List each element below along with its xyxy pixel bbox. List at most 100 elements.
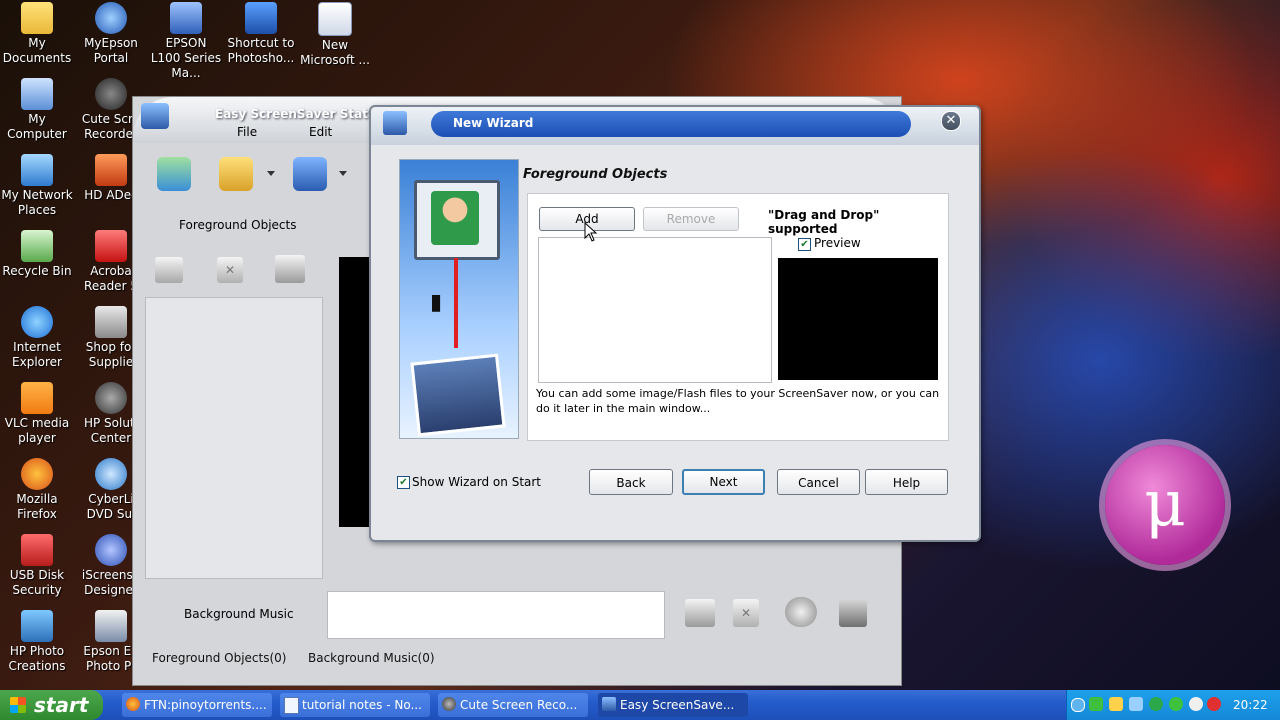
taskbar-item-easy-screensaver[interactable]: Easy ScreenSave... [598, 693, 748, 717]
add-object-icon[interactable] [155, 257, 183, 283]
foreground-objects-label: Foreground Objects [179, 218, 297, 232]
internet-explorer-icon [21, 306, 53, 338]
tray-update-icon[interactable] [1207, 697, 1221, 711]
tray-antivirus-icon[interactable] [1189, 697, 1203, 711]
desktop-icon-hp-photo[interactable]: HP Photo Creations [0, 610, 74, 674]
desktop-icon-label: My Computer [7, 112, 67, 141]
menu-file[interactable]: File [237, 125, 257, 139]
wizard-icon[interactable] [157, 157, 191, 191]
taskbar-item-notepad[interactable]: tutorial notes - No... [280, 693, 430, 717]
close-icon[interactable]: ✕ [941, 111, 961, 131]
music-disk-icon[interactable] [839, 599, 867, 627]
start-button[interactable]: start [0, 690, 103, 720]
desktop-icon-label: My Documents [2, 36, 72, 65]
desktop-icon-usb-disk-security[interactable]: USB Disk Security [0, 534, 74, 598]
desktop-icon-my-network[interactable]: My Network Places [0, 154, 74, 218]
desktop-icon-my-computer[interactable]: My Computer [0, 78, 74, 142]
iscreensaver-icon [95, 534, 127, 566]
notepad-icon [284, 697, 299, 714]
mouse-cursor-icon [584, 222, 598, 242]
tray-network-icon[interactable] [1089, 697, 1103, 711]
menu-edit[interactable]: Edit [309, 125, 332, 139]
film-reel-icon [95, 78, 127, 110]
open-dropdown-arrow-icon[interactable] [267, 171, 275, 176]
desktop-icon-label: Mozilla Firefox [16, 492, 58, 521]
desktop-icon-label: MyEpson Portal [84, 36, 138, 65]
status-foreground-count: Foreground Objects(0) [152, 651, 287, 665]
arrow-up-icon [454, 258, 458, 348]
wizard-hint: You can add some image/Flash files to yo… [536, 387, 940, 415]
music-settings-icon[interactable] [785, 597, 817, 627]
photo-print-icon [95, 610, 127, 642]
wizard-title: New Wizard [453, 116, 534, 130]
remove-button[interactable]: Remove [643, 207, 739, 231]
desktop-icon-my-documents[interactable]: My Documents [0, 2, 74, 66]
save-disk-icon[interactable] [293, 157, 327, 191]
desktop-icon-photoshop[interactable]: Shortcut to Photosho... [224, 2, 298, 66]
desktop-icon-epson-l100[interactable]: EPSON L100 Series Ma... [149, 2, 223, 81]
shield-icon [21, 534, 53, 566]
desktop-icon-label: VLC media player [4, 416, 70, 445]
photo-stack-icon [410, 353, 506, 437]
show-wizard-checkbox[interactable]: ✔ [397, 476, 410, 489]
utorrent-logo: μ [1105, 445, 1225, 565]
tray-clock: 20:22 [1233, 698, 1268, 712]
add-music-icon[interactable] [685, 599, 715, 627]
next-button[interactable]: Next [682, 469, 765, 495]
tray-sync-icon[interactable] [1149, 697, 1163, 711]
desktop-icon-label: Shortcut to Photosho... [227, 36, 295, 65]
desktop-icon-new-word-doc[interactable]: New Microsoft ... [298, 2, 372, 68]
desktop-icon-firefox[interactable]: Mozilla Firefox [0, 458, 74, 522]
desktop-icon-label: EPSON L100 Series Ma... [150, 36, 222, 80]
save-dropdown-arrow-icon[interactable] [339, 171, 347, 176]
desktop-icon-internet-explorer[interactable]: Internet Explorer [0, 306, 74, 370]
desktop-icon-myepson[interactable]: MyEpson Portal [74, 2, 148, 66]
tray-utorrent-icon[interactable] [1169, 697, 1183, 711]
app-logo-icon [141, 103, 169, 129]
taskbar: start FTN:pinoytorrents.... tutorial not… [0, 690, 1280, 720]
start-label: start [34, 693, 89, 717]
object-properties-icon[interactable] [275, 255, 305, 283]
desktop-icon-vlc[interactable]: VLC media player [0, 382, 74, 446]
wizard-app-icon [383, 111, 407, 135]
tray-expand-icon[interactable] [1071, 698, 1085, 712]
taskbar-item-firefox[interactable]: FTN:pinoytorrents.... [122, 693, 272, 717]
app-logo-icon [602, 697, 616, 711]
new-wizard-dialog[interactable]: New Wizard ✕ ▮ Foreground Objects Add Re… [369, 105, 981, 542]
main-window-title: Easy ScreenSaver Station [215, 107, 389, 121]
remove-object-icon[interactable]: ✕ [217, 257, 243, 283]
foreground-objects-list[interactable] [145, 297, 323, 579]
tray-volume-icon[interactable] [1129, 697, 1143, 711]
wizard-title-bar[interactable]: New Wizard ✕ [371, 107, 979, 145]
film-reel-icon [442, 697, 456, 711]
footprints-icon: ▮ [430, 290, 443, 315]
video-converter-icon [95, 154, 127, 186]
open-folder-icon[interactable] [219, 157, 253, 191]
desktop-icon-label: New Microsoft ... [300, 38, 370, 67]
status-background-count: Background Music(0) [308, 651, 435, 665]
file-list[interactable] [538, 237, 772, 383]
network-icon [21, 154, 53, 186]
acrobat-icon [95, 230, 127, 262]
word-document-icon [318, 2, 352, 36]
cancel-button[interactable]: Cancel [777, 469, 860, 495]
remove-music-icon[interactable]: ✕ [733, 599, 759, 627]
printer-manual-icon [170, 2, 202, 34]
firefox-icon [126, 697, 140, 711]
taskbar-item-cute-screen-recorder[interactable]: Cute Screen Reco... [438, 693, 588, 717]
help-button[interactable]: Help [865, 469, 948, 495]
drag-drop-notice: "Drag and Drop" supported [768, 208, 880, 236]
dvd-icon [95, 458, 127, 490]
tray-security-icon[interactable] [1109, 697, 1123, 711]
background-music-list[interactable] [327, 591, 665, 639]
wizard-caption: New Wizard [431, 111, 911, 137]
desktop-icon-label: HP Photo Creations [8, 644, 66, 673]
preview-panel [778, 258, 938, 380]
show-wizard-label: Show Wizard on Start [412, 475, 542, 489]
back-button[interactable]: Back [589, 469, 673, 495]
taskbar-item-label: FTN:pinoytorrents.... [144, 698, 267, 712]
computer-icon [21, 78, 53, 110]
folder-icon [21, 2, 53, 34]
preview-checkbox[interactable]: ✔ [798, 238, 811, 251]
desktop-icon-recycle-bin[interactable]: Recycle Bin [0, 230, 74, 279]
